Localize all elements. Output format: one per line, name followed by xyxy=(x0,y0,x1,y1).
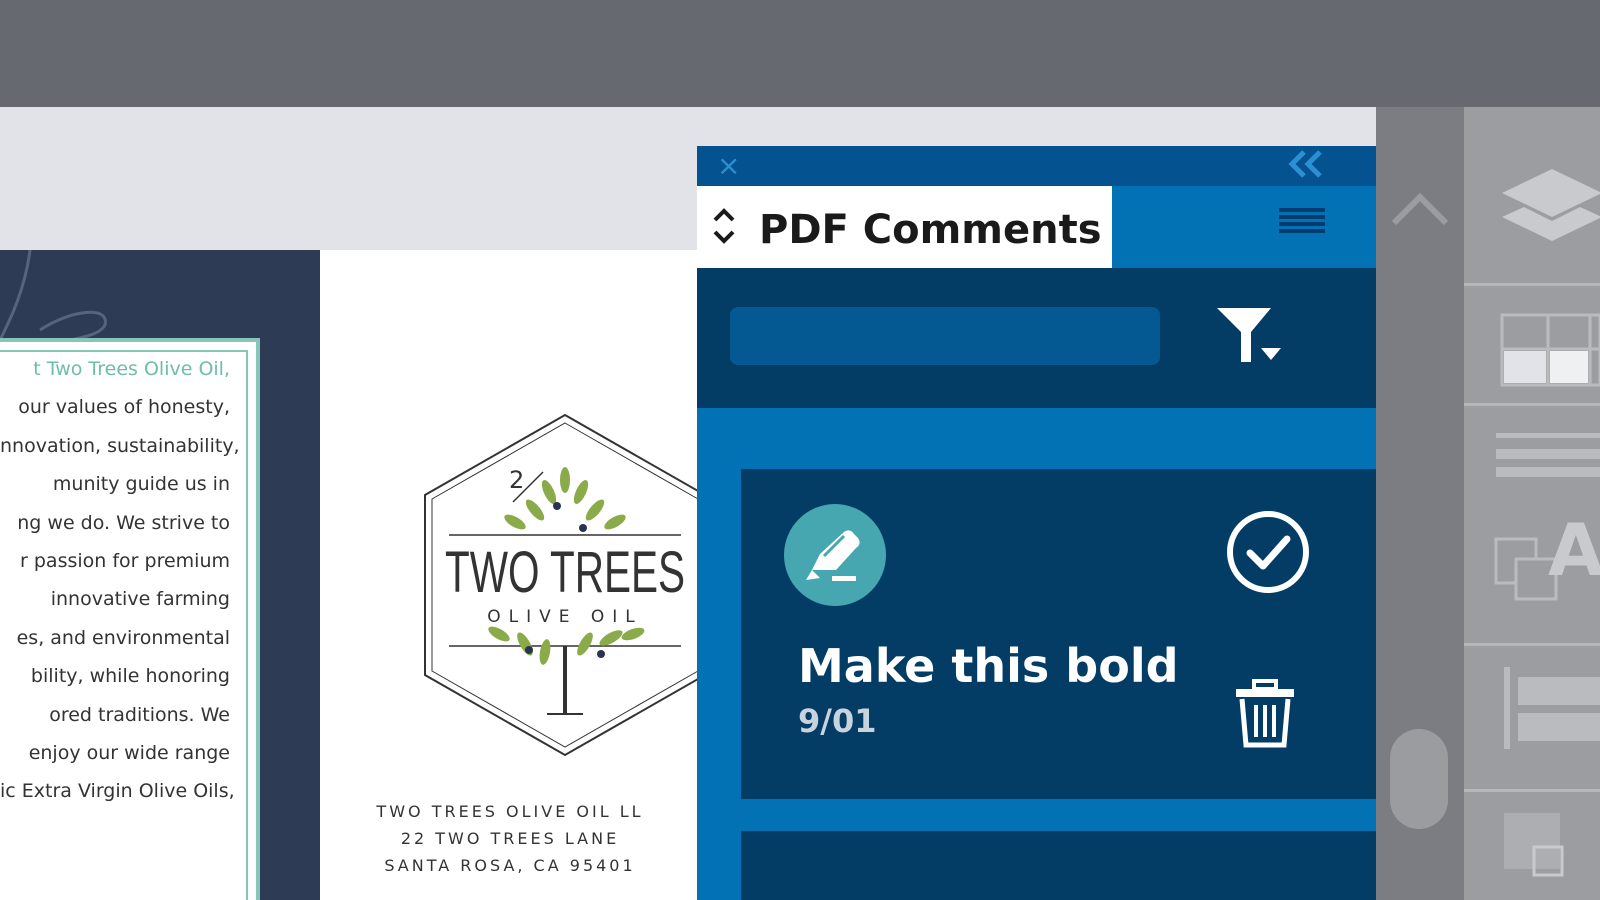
double-chevron-left-icon xyxy=(1288,150,1322,178)
panel-scrollbar[interactable] xyxy=(1376,107,1464,900)
search-input[interactable] xyxy=(730,307,1160,365)
pdf-comments-panel: × PDF Comments Make this bold 9/01 xyxy=(697,146,1376,900)
brochure-text: t Two Trees Olive Oil, our values of hon… xyxy=(0,350,240,811)
text-format-tool[interactable] xyxy=(1464,427,1600,491)
brochure-line: t Two Trees Olive Oil, xyxy=(33,358,230,380)
app-toolbar xyxy=(0,0,1600,107)
shapes-text-icon: A xyxy=(1494,508,1600,601)
logo-subtitle: OLIVE OIL xyxy=(487,607,643,627)
table-icon xyxy=(1500,313,1600,387)
brochure-page-left: t Two Trees Olive Oil, our values of hon… xyxy=(0,250,320,900)
align-left-icon xyxy=(1504,667,1600,749)
brochure-line: enjoy our wide range xyxy=(28,741,230,764)
crop-tool[interactable] xyxy=(1464,807,1600,900)
brochure-line: nnovation, sustainability, xyxy=(0,434,240,457)
brochure-line: ng we do. We strive to xyxy=(17,511,230,534)
text-lines-icon xyxy=(1496,433,1600,477)
layers-icon xyxy=(1502,169,1600,241)
shapes-text-tool[interactable]: A xyxy=(1464,503,1600,617)
tab-pdf-comments[interactable]: PDF Comments xyxy=(697,186,1112,268)
logo-brand: TWO TREES xyxy=(445,540,685,605)
trash-icon[interactable] xyxy=(1234,679,1296,749)
collapse-panel-icon[interactable] xyxy=(1284,148,1328,185)
resolve-check-icon[interactable] xyxy=(1225,509,1311,595)
menu-icon[interactable] xyxy=(1279,208,1325,236)
brochure-line: ic Extra Virgin Olive Oils, xyxy=(0,780,235,803)
align-tool[interactable] xyxy=(1464,663,1600,757)
logo-number: 2 xyxy=(509,466,524,494)
search-area xyxy=(697,268,1376,408)
table-tool[interactable] xyxy=(1464,307,1600,391)
two-trees-logo: 2 TWO TREES OLIVE OIL xyxy=(424,413,700,757)
panel-header-bar: × xyxy=(697,146,1376,186)
brochure-page-center: 2 TWO TREES OLIVE OIL TWO TREES OLIVE OI… xyxy=(320,250,700,900)
chevron-up-icon[interactable] xyxy=(1390,189,1450,229)
address-line: 22 TWO TREES LANE xyxy=(400,829,620,848)
address-line: SANTA ROSA, CA 95401 xyxy=(384,856,636,875)
svg-text:A: A xyxy=(1548,508,1600,592)
comment-card-next[interactable] xyxy=(741,831,1376,900)
panel-title: PDF Comments xyxy=(759,207,1102,253)
brochure-line: ored traditions. We xyxy=(49,703,230,726)
tool-rail: A xyxy=(1464,107,1600,900)
brochure-line: r passion for premium xyxy=(20,549,230,572)
brochure-line: munity guide us in xyxy=(52,473,230,496)
brochure-line: bility, while honoring xyxy=(30,665,230,688)
comment-card[interactable]: Make this bold 9/01 xyxy=(741,469,1376,799)
sort-updown-icon[interactable] xyxy=(709,202,739,252)
close-icon[interactable]: × xyxy=(717,150,740,182)
comment-date: 9/01 xyxy=(798,702,877,740)
brochure-line: our values of honesty, xyxy=(18,396,230,419)
comment-text: Make this bold xyxy=(798,639,1179,693)
crop-icon xyxy=(1504,813,1564,877)
filter-icon[interactable] xyxy=(1217,304,1287,368)
address-line: TWO TREES OLIVE OIL LL xyxy=(376,802,644,821)
highlighter-avatar xyxy=(784,504,886,606)
layers-tool[interactable] xyxy=(1464,157,1600,261)
brochure-line: innovative farming xyxy=(50,588,230,611)
decorative-swirl xyxy=(0,250,107,344)
highlighter-icon xyxy=(806,530,860,581)
scrollbar-thumb[interactable] xyxy=(1390,729,1448,829)
brochure-line: es, and environmental xyxy=(16,626,230,649)
